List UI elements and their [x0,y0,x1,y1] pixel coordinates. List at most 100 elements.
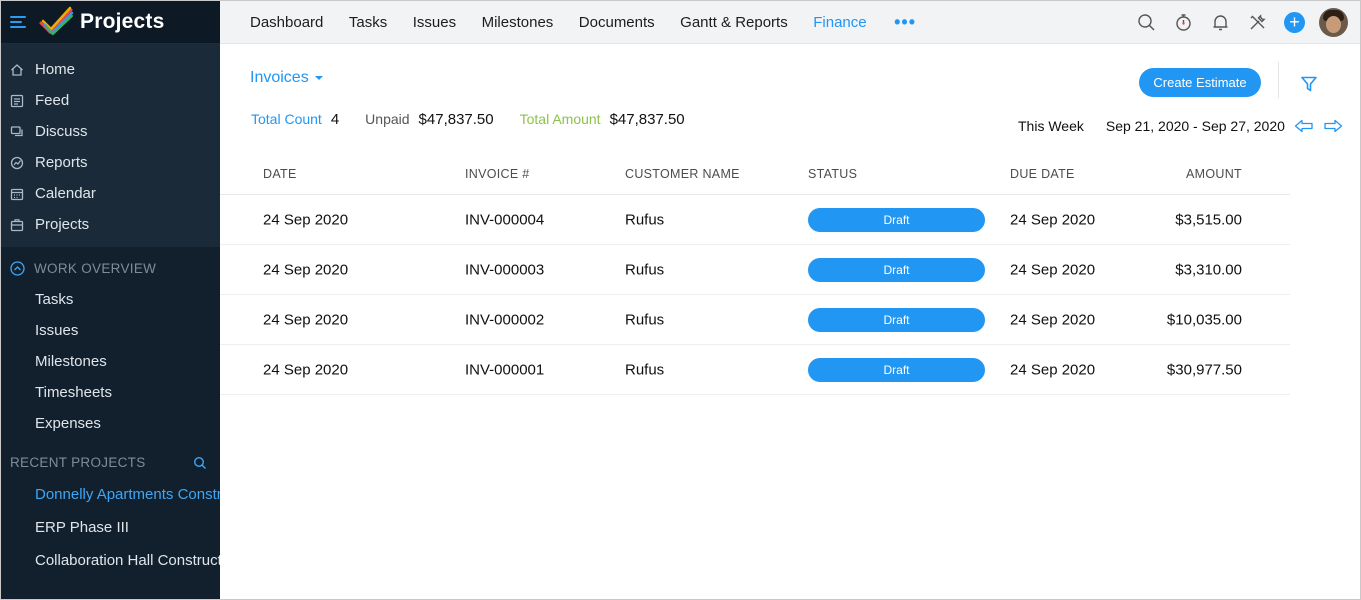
invoice-number[interactable]: INV-000001 [465,361,544,378]
invoice-number[interactable]: INV-000003 [465,261,544,278]
module-tabs: Dashboard Tasks Issues Milestones Docume… [220,12,916,33]
arrow-right-icon[interactable] [1323,119,1343,133]
tab-gantt-reports[interactable]: Gantt & Reports [680,14,788,31]
table-row[interactable]: 24 Sep 2020 INV-000004 Rufus Draft 24 Se… [220,195,1290,245]
arrow-left-icon[interactable] [1294,119,1314,133]
table-row[interactable]: 24 Sep 2020 INV-000003 Rufus Draft 24 Se… [220,245,1290,295]
sidebar-item-issues[interactable]: Issues [1,315,220,346]
discuss-icon [10,125,24,139]
sidebar-item-reports[interactable]: Reports [1,147,220,178]
home-icon [10,63,24,77]
customer-name: Rufus [625,211,665,228]
invoice-date: 24 Sep 2020 [263,361,349,378]
tab-issues[interactable]: Issues [413,14,456,31]
unpaid-label: Unpaid [365,111,410,127]
column-header-customer[interactable]: CUSTOMER NAME [625,167,740,181]
invoice-amount: $3,515.00 [1175,211,1242,228]
table-row[interactable]: 24 Sep 2020 INV-000001 Rufus Draft 24 Se… [220,345,1290,395]
due-date: 24 Sep 2020 [1010,311,1096,328]
tools-icon[interactable] [1247,13,1267,33]
total-amount-value: $47,837.50 [609,111,685,128]
search-icon[interactable] [193,456,207,470]
customer-name: Rufus [625,261,665,278]
invoice-amount: $10,035.00 [1166,311,1242,328]
recent-project-item[interactable]: Donnelly Apartments Construction [1,478,220,511]
view-label: Invoices [250,69,309,86]
unpaid-value: $47,837.50 [418,111,494,128]
top-actions: + [1136,1,1360,44]
column-header-due-date[interactable]: DUE DATE [1010,167,1075,181]
sidebar-item-label: Discuss [35,123,88,140]
status-badge: Draft [808,207,985,232]
column-header-date[interactable]: DATE [263,167,297,181]
timer-icon[interactable] [1173,13,1193,33]
avatar[interactable] [1319,8,1348,37]
customer-name: Rufus [625,361,665,378]
menu-icon[interactable] [10,16,26,28]
sidebar-item-label: Home [35,61,76,78]
sidebar-header: Projects [1,1,220,44]
sidebar-item-timesheets[interactable]: Timesheets [1,377,220,408]
recent-project-item[interactable]: Collaboration Hall Construction [1,544,220,577]
work-overview-heading: WORK OVERVIEW [34,261,157,276]
app-title: Projects [80,10,165,33]
week-label: This Week [1018,118,1084,134]
sidebar-item-projects[interactable]: Projects [1,209,220,240]
tab-tasks[interactable]: Tasks [349,14,387,31]
column-header-status[interactable]: STATUS [808,167,857,181]
calendar-icon [10,187,24,201]
sidebar-main-nav: Home Feed Discuss Reports Calendar Proje… [1,44,220,247]
column-header-invoice[interactable]: INVOICE # [465,167,530,181]
sidebar-item-expenses[interactable]: Expenses [1,408,220,439]
tab-documents[interactable]: Documents [579,14,655,31]
invoice-date: 24 Sep 2020 [263,311,349,328]
invoices-view-dropdown[interactable]: Invoices [250,69,323,87]
sidebar-item-calendar[interactable]: Calendar [1,178,220,209]
create-estimate-button[interactable]: Create Estimate [1139,68,1261,97]
status-badge: Draft [808,357,985,382]
recent-projects-heading: RECENT PROJECTS [10,455,146,470]
sidebar-item-label: Projects [35,216,90,233]
sidebar-item-label: Feed [35,92,70,109]
customer-name: Rufus [625,311,665,328]
add-button[interactable]: + [1284,12,1305,33]
total-amount-label: Total Amount [519,111,601,127]
sidebar-item-home[interactable]: Home [1,54,220,85]
sidebar-item-label: Reports [35,154,88,171]
chevron-up-circle-icon [10,261,25,276]
invoice-date: 24 Sep 2020 [263,261,349,278]
tab-milestones[interactable]: Milestones [482,14,554,31]
invoice-amount: $30,977.50 [1166,361,1242,378]
recent-project-item[interactable]: ERP Phase III [1,511,220,544]
sidebar-item-tasks[interactable]: Tasks [1,284,220,315]
column-header-amount[interactable]: AMOUNT [1186,167,1242,181]
recent-projects-header: RECENT PROJECTS [1,447,220,478]
work-overview-toggle[interactable]: WORK OVERVIEW [1,253,220,284]
table-row[interactable]: 24 Sep 2020 INV-000002 Rufus Draft 24 Se… [220,295,1290,345]
invoice-number[interactable]: INV-000002 [465,311,544,328]
invoice-number[interactable]: INV-000004 [465,211,544,228]
projects-logo-icon [39,6,74,36]
due-date: 24 Sep 2020 [1010,211,1096,228]
status-badge: Draft [808,307,985,332]
chevron-down-icon [314,76,323,80]
invoice-date: 24 Sep 2020 [263,211,349,228]
total-count-label: Total Count [251,111,322,127]
feed-icon [10,94,24,108]
due-date: 24 Sep 2020 [1010,361,1096,378]
filter-icon[interactable] [1300,75,1318,93]
total-count-value: 4 [330,111,340,128]
tab-finance[interactable]: Finance [813,14,866,31]
sidebar-item-discuss[interactable]: Discuss [1,116,220,147]
top-nav: Dashboard Tasks Issues Milestones Docume… [220,1,1360,44]
sidebar-item-milestones[interactable]: Milestones [1,346,220,377]
sidebar-item-feed[interactable]: Feed [1,85,220,116]
search-icon[interactable] [1136,13,1156,33]
week-selector: This Week Sep 21, 2020 - Sep 27, 2020 [1018,118,1343,134]
table-header: DATE INVOICE # CUSTOMER NAME STATUS DUE … [220,154,1290,195]
tab-dashboard[interactable]: Dashboard [250,14,323,31]
invoice-amount: $3,310.00 [1175,261,1242,278]
more-tabs-button[interactable]: ••• [894,12,916,33]
bell-icon[interactable] [1210,13,1230,33]
due-date: 24 Sep 2020 [1010,261,1096,278]
